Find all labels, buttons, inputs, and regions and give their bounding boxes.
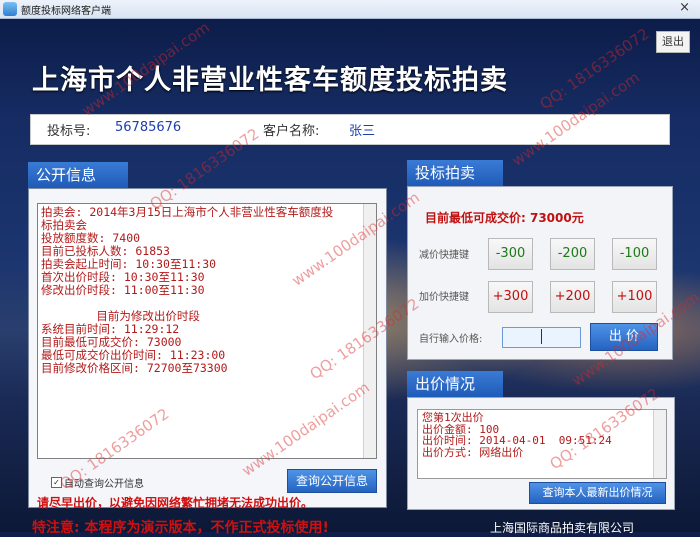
app-icon bbox=[3, 2, 17, 16]
bidding-heading: 投标拍卖 bbox=[407, 160, 503, 186]
decrease-100-button[interactable]: -100 bbox=[612, 238, 657, 270]
increase-100-button[interactable]: +100 bbox=[612, 281, 657, 313]
logout-button[interactable]: 退出 bbox=[656, 31, 690, 53]
decrease-300-button[interactable]: -300 bbox=[488, 238, 533, 270]
decrease-200-button[interactable]: -200 bbox=[550, 238, 595, 270]
query-public-info-button[interactable]: 查询公开信息 bbox=[287, 469, 377, 493]
footer-notice: 特注意: 本程序为演示版本，不作正式投标使用! bbox=[32, 520, 329, 536]
bid-status-text: 您第1次出价 出价金额: 100 出价时间: 2014-04-01 09:51:… bbox=[422, 411, 612, 459]
window-title: 额度投标网络客户端 bbox=[21, 6, 111, 17]
bid-number-label: 投标号: bbox=[47, 124, 91, 139]
public-info-heading: 公开信息 bbox=[28, 162, 128, 188]
increase-300-button[interactable]: +300 bbox=[488, 281, 533, 313]
increase-shortcut-label: 加价快捷键 bbox=[419, 292, 469, 303]
lowest-price-text: 目前最低可成交价: 73000元 bbox=[425, 211, 584, 225]
bid-status-scrollbar[interactable] bbox=[653, 410, 666, 478]
close-icon[interactable]: × bbox=[679, 0, 690, 15]
submit-bid-button[interactable]: 出 价 bbox=[590, 323, 658, 351]
ibeam-cursor-icon bbox=[541, 329, 544, 344]
bid-status-heading: 出价情况 bbox=[407, 371, 503, 397]
warning-text: 请尽早出价，以避免因网络繁忙拥堵无法成功出价。 bbox=[37, 496, 314, 510]
price-input-label: 自行输入价格: bbox=[419, 334, 483, 345]
notice-text: 拍卖会: 2014年3月15日上海市个人非营业性客车额度投 标拍卖会 投放额度数… bbox=[41, 205, 334, 375]
user-info-bar: 投标号: 56785676 客户名称: 张三 bbox=[30, 114, 670, 145]
customer-name-value: 张三 bbox=[349, 124, 376, 139]
bid-status-textbox[interactable]: 您第1次出价 出价金额: 100 出价时间: 2014-04-01 09:51:… bbox=[417, 409, 667, 479]
customer-name-label: 客户名称: bbox=[263, 124, 320, 139]
query-my-bid-button[interactable]: 查询本人最新出价情况 bbox=[529, 482, 666, 504]
page-title: 上海市个人非营业性客车额度投标拍卖 bbox=[32, 65, 508, 96]
notice-scrollbar[interactable] bbox=[363, 204, 376, 458]
increase-200-button[interactable]: +200 bbox=[550, 281, 595, 313]
footer-company: 上海国际商品拍卖有限公司 bbox=[490, 521, 635, 535]
window-titlebar: 额度投标网络客户端 × bbox=[0, 0, 700, 19]
notice-textbox[interactable]: 拍卖会: 2014年3月15日上海市个人非营业性客车额度投 标拍卖会 投放额度数… bbox=[37, 203, 377, 459]
decrease-shortcut-label: 减价快捷键 bbox=[419, 250, 469, 261]
bid-number-value: 56785676 bbox=[115, 120, 182, 135]
auto-query-checkbox[interactable]: ✓ bbox=[51, 477, 62, 488]
auto-query-label: 自动查询公开信息 bbox=[64, 479, 144, 490]
